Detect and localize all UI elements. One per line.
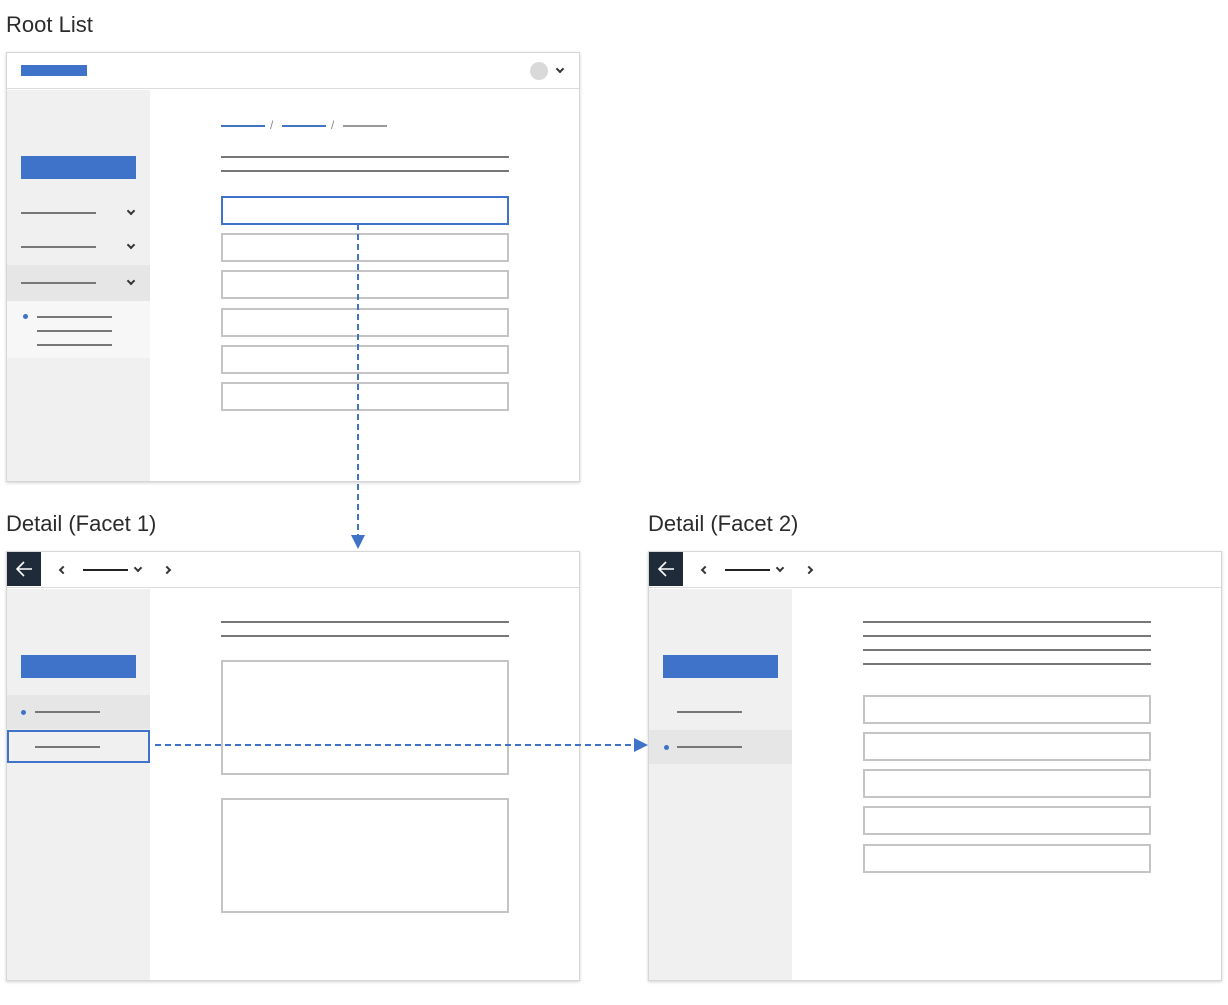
arrow-facet-1-to-facet-2 bbox=[155, 738, 648, 752]
arrow-root-to-facet-1 bbox=[351, 224, 365, 549]
flow-arrows bbox=[155, 224, 648, 752]
